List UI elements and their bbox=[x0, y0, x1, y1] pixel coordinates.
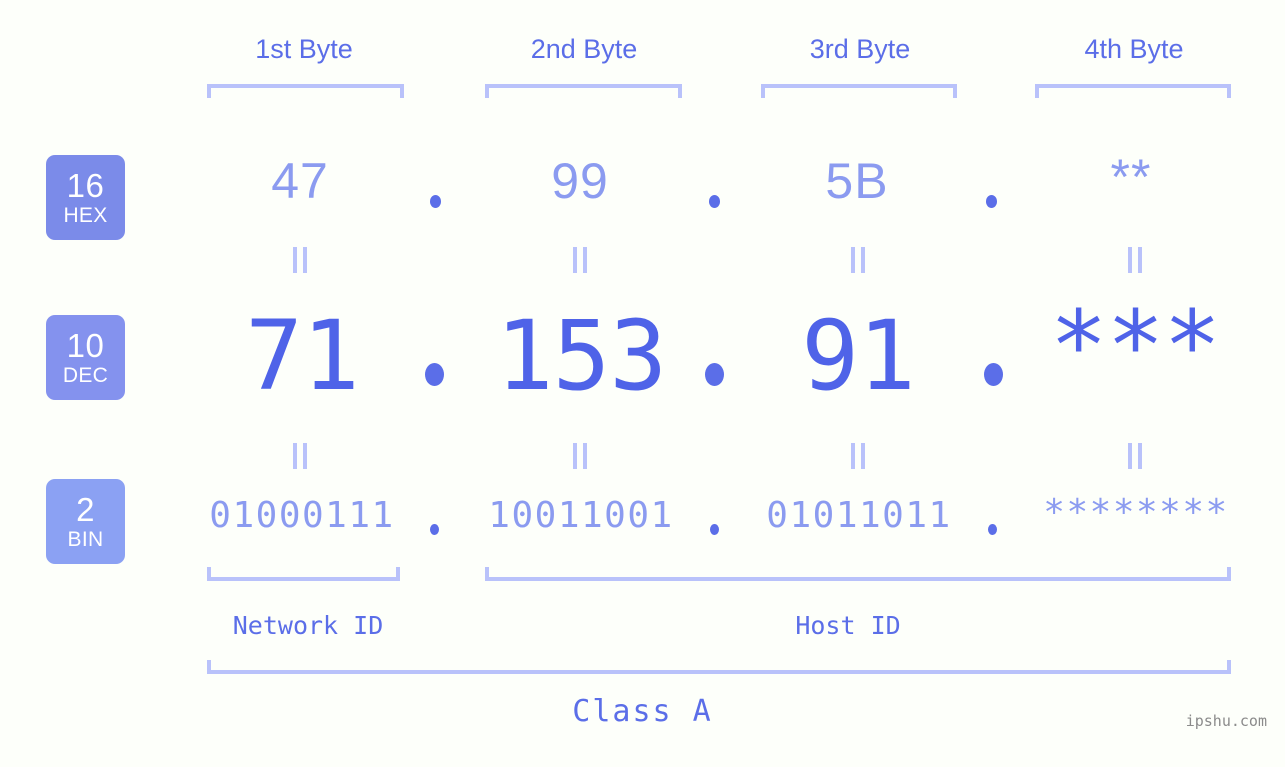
hex-byte-2: 99 bbox=[551, 153, 609, 209]
equals-mark-dec-bin-3 bbox=[851, 443, 865, 469]
byte-header-3: 3rd Byte bbox=[809, 34, 911, 64]
radix-badge-dec: 10 DEC bbox=[46, 315, 125, 400]
byte-bracket-3 bbox=[761, 84, 957, 98]
byte-bracket-1 bbox=[207, 84, 404, 98]
equals-mark-dec-bin-1 bbox=[293, 443, 307, 469]
equals-mark-hex-dec-3 bbox=[851, 247, 865, 273]
bin-separator-2 bbox=[710, 524, 719, 535]
bin-byte-3: 01011011 bbox=[766, 495, 952, 536]
hex-separator-3 bbox=[986, 195, 997, 208]
radix-badge-hex-base: 16 bbox=[66, 167, 105, 204]
hex-byte-3: 5B bbox=[825, 153, 889, 209]
radix-badge-bin-label: BIN bbox=[67, 528, 104, 551]
hex-byte-4: ** bbox=[1110, 149, 1152, 205]
radix-badge-bin: 2 BIN bbox=[46, 479, 125, 564]
class-bracket bbox=[207, 660, 1231, 674]
radix-badge-hex-label: HEX bbox=[63, 204, 108, 227]
dec-separator-3 bbox=[984, 363, 1003, 386]
byte-header-1: 1st Byte bbox=[255, 34, 353, 64]
byte-bracket-2 bbox=[485, 84, 682, 98]
byte-bracket-4 bbox=[1035, 84, 1231, 98]
equals-mark-dec-bin-2 bbox=[573, 443, 587, 469]
equals-mark-hex-dec-4 bbox=[1128, 247, 1142, 273]
network-id-bracket bbox=[207, 567, 400, 581]
bin-separator-3 bbox=[988, 524, 997, 535]
dec-byte-2: 153 bbox=[495, 300, 667, 412]
radix-badge-dec-label: DEC bbox=[62, 364, 109, 387]
byte-header-2: 2nd Byte bbox=[530, 34, 638, 64]
equals-mark-dec-bin-4 bbox=[1128, 443, 1142, 469]
radix-badge-bin-base: 2 bbox=[76, 491, 95, 528]
dec-separator-1 bbox=[425, 363, 444, 386]
dec-byte-3: 91 bbox=[801, 300, 916, 412]
hex-byte-1: 47 bbox=[271, 153, 329, 209]
dec-byte-1: 71 bbox=[245, 300, 360, 412]
host-id-bracket bbox=[485, 567, 1231, 581]
site-watermark: ipshu.com bbox=[1185, 712, 1267, 730]
bin-separator-1 bbox=[430, 524, 439, 535]
equals-mark-hex-dec-1 bbox=[293, 247, 307, 273]
network-id-label: Network ID bbox=[232, 611, 384, 640]
byte-header-4: 4th Byte bbox=[1084, 34, 1184, 64]
bin-byte-1: 01000111 bbox=[209, 495, 395, 536]
equals-mark-hex-dec-2 bbox=[573, 247, 587, 273]
dec-separator-2 bbox=[705, 363, 724, 386]
bin-byte-2: 10011001 bbox=[488, 495, 674, 536]
bin-byte-4: ******** bbox=[1043, 492, 1229, 533]
class-label: Class A bbox=[572, 694, 713, 729]
hex-separator-2 bbox=[709, 195, 720, 208]
hex-separator-1 bbox=[430, 195, 441, 208]
host-id-label: Host ID bbox=[795, 611, 901, 640]
ip-address-breakdown-diagram: 1st Byte 2nd Byte 3rd Byte 4th Byte 16 H… bbox=[0, 0, 1285, 767]
dec-byte-4: *** bbox=[1049, 290, 1221, 402]
radix-badge-dec-base: 10 bbox=[66, 327, 105, 364]
radix-badge-hex: 16 HEX bbox=[46, 155, 125, 240]
